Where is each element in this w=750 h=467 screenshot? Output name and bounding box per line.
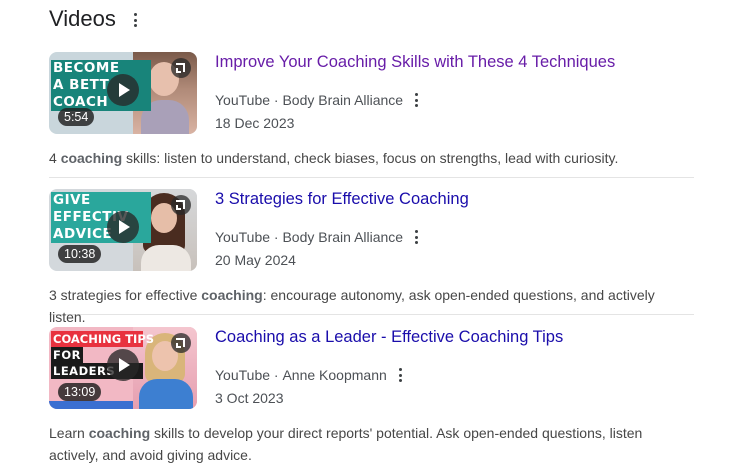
snippet-highlight: coaching: [60, 150, 123, 166]
expand-icon[interactable]: [171, 58, 191, 78]
video-source: YouTube: [215, 229, 271, 245]
video-snippet: 3 strategies for effective coaching: enc…: [49, 284, 694, 328]
snippet-text: skills: listen to understand, check bias…: [122, 150, 619, 166]
video-snippet: Learn coaching skills to develop your di…: [49, 422, 694, 466]
thumbnail-caption: FOR: [51, 347, 83, 363]
video-date: 3 Oct 2023: [215, 390, 284, 406]
more-options-icon[interactable]: [415, 230, 419, 244]
video-duration: 13:09: [58, 383, 102, 401]
expand-icon[interactable]: [171, 333, 191, 353]
video-thumbnail[interactable]: COACHING TIPS FOR LEADERS 13:09: [49, 327, 197, 409]
more-options-icon[interactable]: [133, 13, 138, 27]
video-title-link[interactable]: Coaching as a Leader - Effective Coachin…: [215, 328, 563, 347]
video-source: YouTube: [215, 367, 271, 383]
video-duration: 10:38: [58, 245, 102, 263]
video-meta: YouTube · Body Brain Alliance: [215, 92, 419, 108]
video-thumbnail[interactable]: GIVE EFFECTIV ADVICE 10:38: [49, 189, 197, 271]
expand-icon[interactable]: [171, 195, 191, 215]
video-thumbnail[interactable]: BECOME A BETT COACH 5:54: [49, 52, 197, 134]
video-date: 20 May 2024: [215, 252, 296, 268]
video-channel: Anne Koopmann: [282, 367, 387, 383]
play-icon[interactable]: [107, 349, 139, 381]
meta-separator: ·: [270, 92, 283, 108]
section-title: Videos: [49, 6, 116, 31]
video-meta: YouTube · Anne Koopmann: [215, 367, 403, 383]
snippet-text: 3 strategies for effective: [49, 287, 202, 303]
play-icon[interactable]: [107, 211, 139, 243]
video-source: YouTube: [215, 92, 271, 108]
meta-separator: ·: [270, 367, 283, 383]
video-date: 18 Dec 2023: [215, 115, 295, 131]
meta-separator: ·: [270, 229, 283, 245]
video-result: BECOME A BETT COACH 5:54 Improve Your Co…: [49, 52, 694, 178]
video-result: COACHING TIPS FOR LEADERS 13:09 Coaching…: [49, 327, 694, 467]
play-icon[interactable]: [107, 74, 139, 106]
video-title-link[interactable]: 3 Strategies for Effective Coaching: [215, 190, 469, 209]
video-meta: YouTube · Body Brain Alliance: [215, 229, 419, 245]
video-result: GIVE EFFECTIV ADVICE 10:38 3 Strategies …: [49, 189, 694, 325]
thumbnail-caption: BECOME: [51, 60, 151, 77]
video-channel: Body Brain Alliance: [282, 229, 404, 245]
snippet-text: 4: [49, 150, 61, 166]
more-options-icon[interactable]: [415, 93, 419, 107]
snippet-text: Learn: [49, 425, 89, 441]
video-title-link[interactable]: Improve Your Coaching Skills with These …: [215, 53, 615, 72]
more-options-icon[interactable]: [398, 368, 403, 382]
videos-header: Videos: [49, 6, 138, 32]
snippet-highlight: coaching: [201, 287, 263, 303]
video-duration: 5:54: [58, 108, 95, 126]
snippet-highlight: coaching: [88, 425, 151, 441]
thumbnail-caption: COACHING TIPS: [51, 331, 155, 347]
video-snippet: 4 coaching skills: listen to understand,…: [49, 147, 694, 169]
thumbnail-caption: GIVE: [51, 192, 151, 209]
video-channel: Body Brain Alliance: [282, 92, 404, 108]
